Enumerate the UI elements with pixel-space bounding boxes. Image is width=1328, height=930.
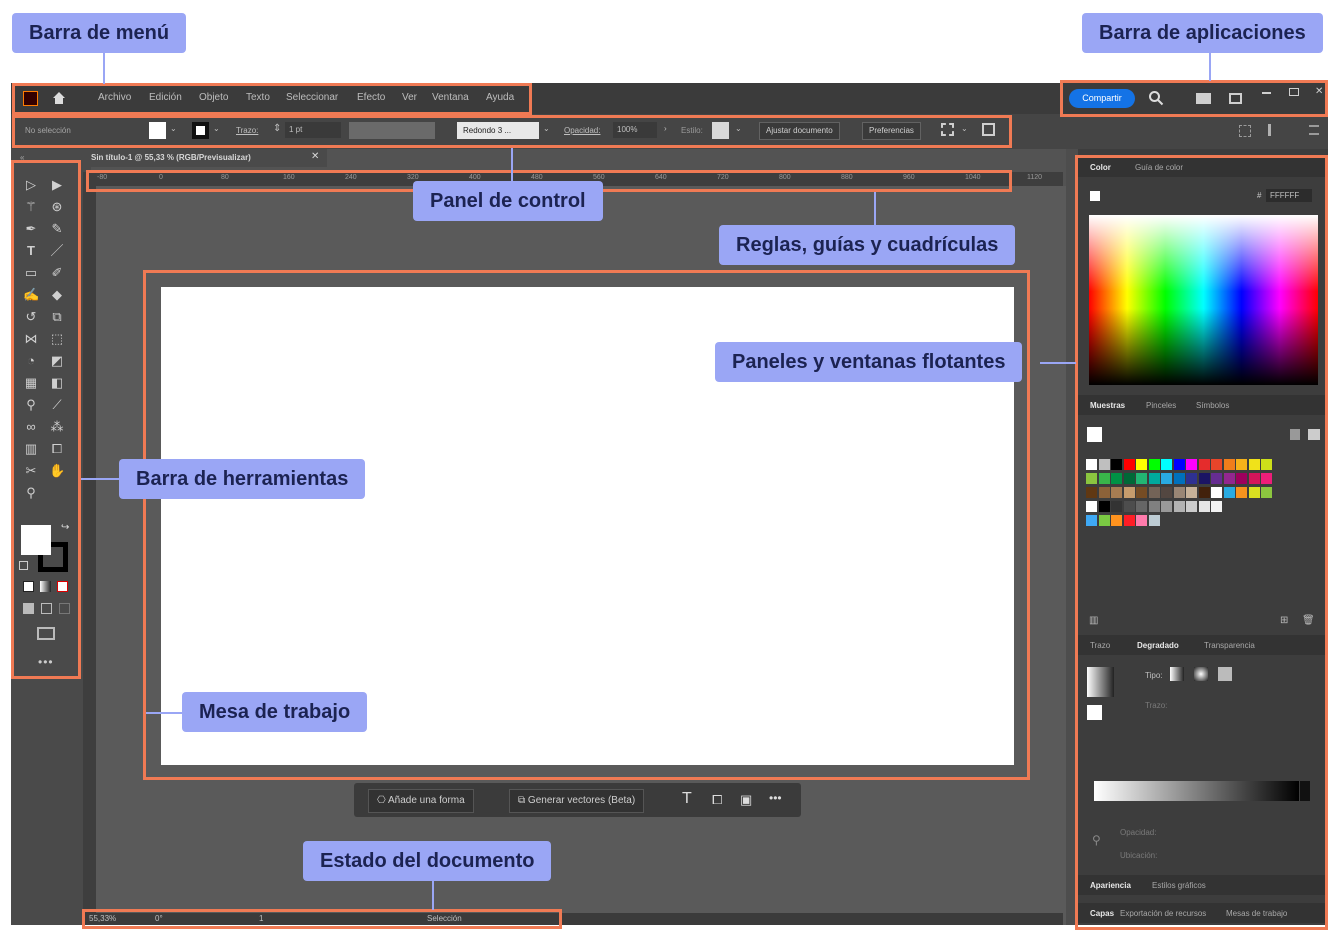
- type-icon[interactable]: T: [682, 790, 692, 808]
- toolbar-label: Barra de herramientas: [119, 459, 366, 499]
- align-icon[interactable]: [1268, 124, 1271, 136]
- menu-bar-outline: [12, 83, 532, 115]
- doc-status-connector: [432, 880, 434, 910]
- document-tab-title: Sin título-1 @ 55,33 % (RGB/Previsualiza…: [91, 153, 251, 162]
- generate-vectors-button[interactable]: ⧉ Generar vectores (Beta): [509, 789, 645, 813]
- ruler-tick-label: 1120: [1027, 174, 1043, 181]
- close-tab-icon[interactable]: ✕: [311, 151, 319, 162]
- menu-bar-label: Barra de menú: [12, 13, 187, 53]
- app-bar-connector: [1209, 53, 1211, 81]
- add-shape-icon: ⎔: [377, 795, 388, 806]
- app-bar-outline: [1060, 80, 1328, 117]
- control-panel-label: Panel de control: [413, 181, 603, 221]
- panels-label: Paneles y ventanas flotantes: [715, 342, 1023, 382]
- panels-outline: [1075, 155, 1328, 930]
- rulers-label: Reglas, guías y cuadrículas: [719, 225, 1016, 265]
- toolbar-outline: [11, 160, 81, 679]
- add-shape-button[interactable]: ⎔ Añade una forma: [368, 789, 474, 813]
- crop-icon[interactable]: ⧠: [712, 792, 722, 808]
- transform-icon[interactable]: [1239, 125, 1251, 137]
- more-options-icon[interactable]: •••: [769, 791, 782, 805]
- menu-bar-connector: [103, 53, 105, 84]
- panel-menu-icon[interactable]: [1309, 125, 1319, 135]
- control-panel-outline: [12, 115, 1012, 148]
- add-shape-label: Añade una forma: [387, 795, 465, 806]
- doc-status-outline: [82, 909, 562, 929]
- generate-vectors-label: Generar vectores (Beta): [527, 795, 636, 806]
- toolbar-connector: [81, 478, 120, 480]
- artboard-label: Mesa de trabajo: [182, 692, 368, 732]
- control-panel-connector: [511, 148, 513, 182]
- artboard-connector: [146, 712, 183, 714]
- contextual-task-bar: ⎔ Añade una forma ⧉ Generar vectores (Be…: [354, 783, 801, 817]
- generate-vectors-icon: ⧉: [518, 795, 528, 806]
- document-tab[interactable]: Sin título-1 @ 55,33 % (RGB/Previsualiza…: [91, 149, 327, 167]
- panels-connector: [1040, 362, 1076, 364]
- app-bar-label: Barra de aplicaciones: [1082, 13, 1323, 53]
- rulers-connector: [874, 192, 876, 225]
- image-icon[interactable]: ▣: [740, 792, 752, 808]
- doc-status-label: Estado del documento: [303, 841, 552, 881]
- vertical-ruler: [83, 186, 96, 925]
